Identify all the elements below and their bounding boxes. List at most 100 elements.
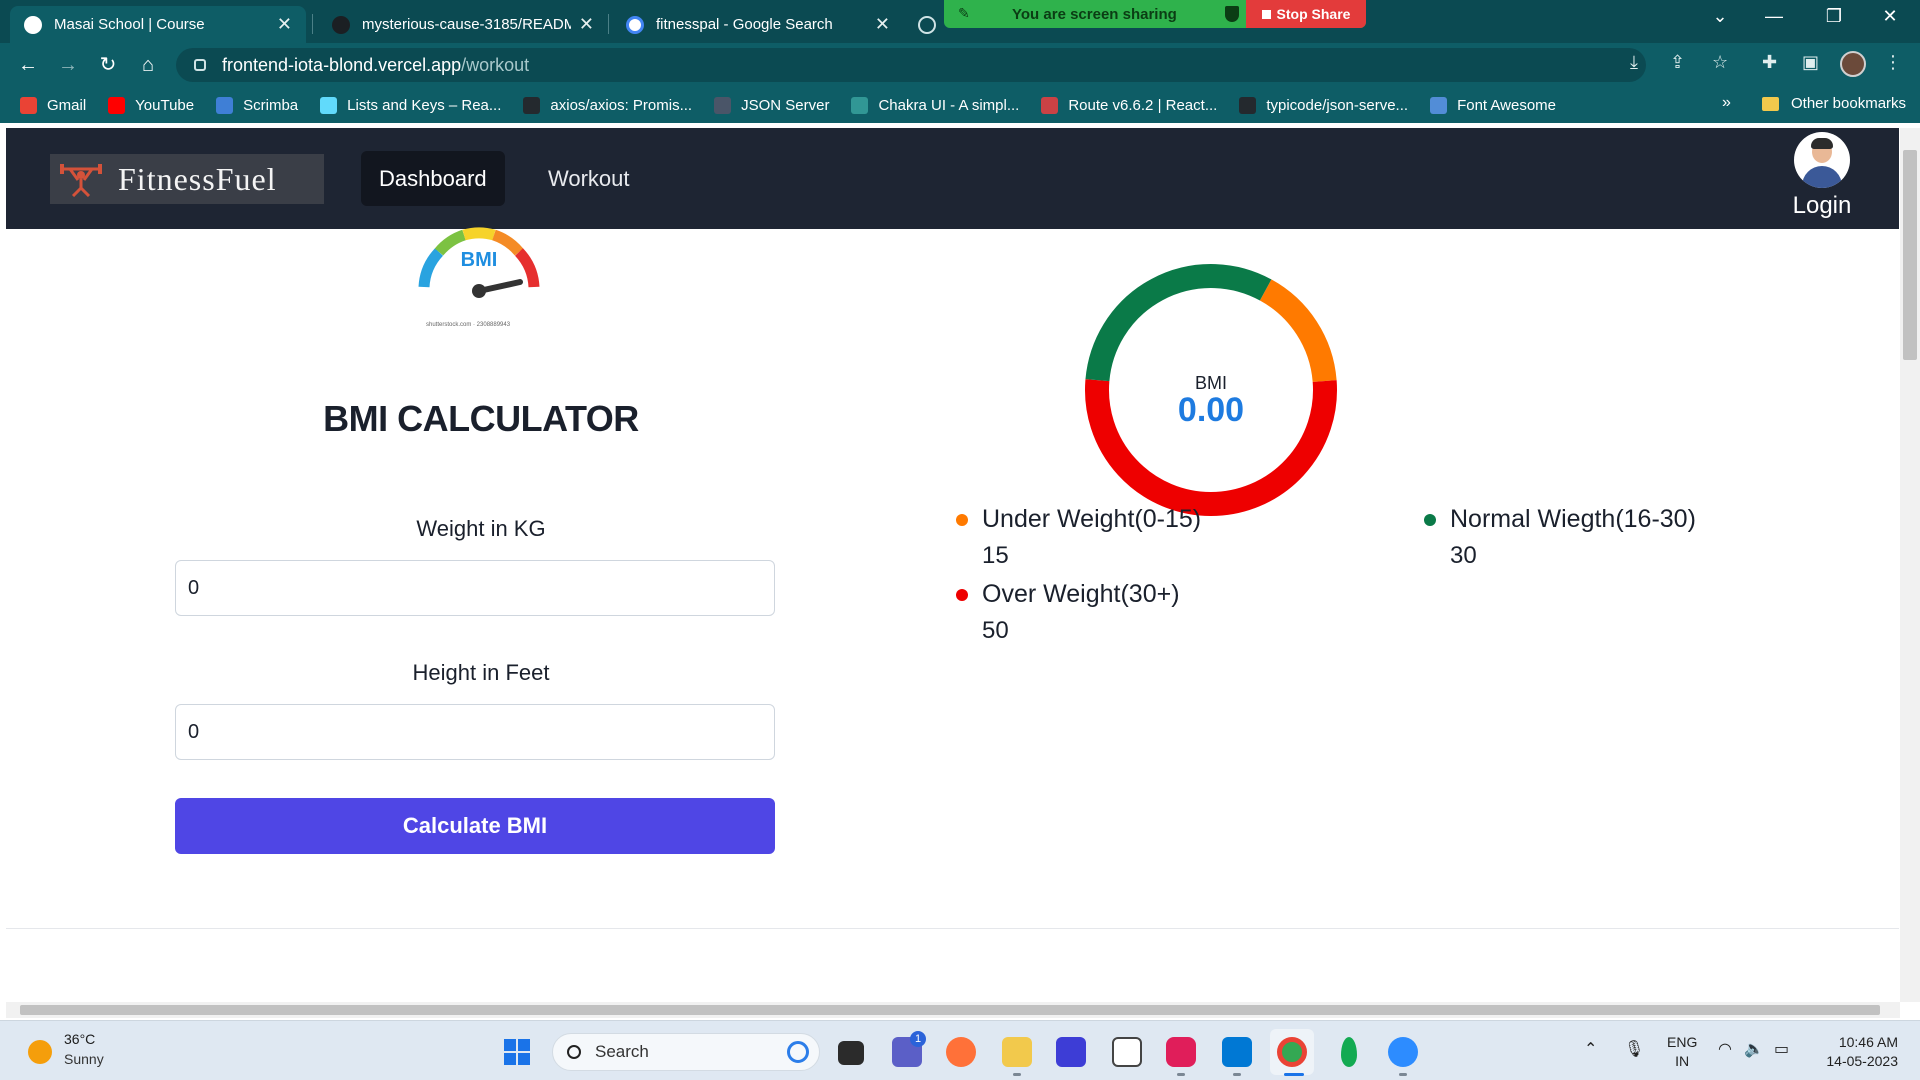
tab-google-search[interactable]: fitnesspal - Google Search ✕ <box>612 6 904 43</box>
windows-start-icon[interactable] <box>504 1039 530 1065</box>
bookmark-react-router[interactable]: Route v6.6.2 | React... <box>1041 96 1218 114</box>
login-label: Login <box>1792 192 1852 219</box>
feedback-icon[interactable] <box>1112 1037 1142 1067</box>
donut-slice-under-weight[interactable] <box>1259 279 1337 383</box>
bookmark-chakra[interactable]: Chakra UI - A simpl... <box>851 96 1020 114</box>
tab-react[interactable] <box>912 6 942 43</box>
search-icon <box>567 1045 581 1059</box>
stop-share-button[interactable]: Stop Share <box>1246 0 1366 28</box>
more-bookmarks-icon[interactable]: » <box>1722 94 1731 112</box>
stop-icon <box>1261 9 1271 19</box>
menu-icon[interactable]: ⋮ <box>1884 52 1902 73</box>
restore-icon[interactable]: ❐ <box>1814 6 1854 27</box>
nav-dashboard[interactable]: Dashboard <box>361 151 505 206</box>
scrimba-icon <box>216 96 234 114</box>
weightlifter-icon <box>60 164 102 197</box>
donut-slice-normal-wiegth[interactable] <box>1085 264 1272 382</box>
close-tab-icon[interactable]: ✕ <box>571 14 594 35</box>
address-bar[interactable]: frontend-iota-blond.vercel.app/workout <box>176 48 1646 82</box>
reload-icon[interactable]: ↻ <box>94 51 122 79</box>
donut-center-value: 0.00 <box>1177 391 1245 429</box>
app-running-indicator <box>1399 1073 1407 1076</box>
task-view-icon[interactable] <box>838 1041 864 1065</box>
tab-masai-school[interactable]: Masai School | Course ✕ <box>10 6 306 43</box>
microphone-icon[interactable]: 🎙 <box>1624 1039 1644 1059</box>
height-input[interactable] <box>175 704 775 760</box>
share-icon[interactable]: ⇪ <box>1670 52 1685 73</box>
forward-icon[interactable]: → <box>54 51 82 79</box>
sun-icon[interactable] <box>28 1040 52 1064</box>
tab-github-readme[interactable]: mysterious-cause-3185/READMI ✕ <box>318 6 608 43</box>
calculate-bmi-button[interactable]: Calculate BMI <box>175 798 775 854</box>
firefox-icon[interactable] <box>946 1037 976 1067</box>
bookmarks-bar: Gmail YouTube Scrimba Lists and Keys – R… <box>0 87 1920 123</box>
extensions-icon[interactable]: ✚ <box>1762 52 1777 73</box>
teams-badge: 1 <box>910 1031 926 1047</box>
calculator-title: BMI CALCULATOR <box>323 398 639 439</box>
url-text[interactable]: frontend-iota-blond.vercel.app/workout <box>222 55 529 76</box>
react-router-icon <box>1041 96 1059 114</box>
bookmark-react-docs[interactable]: Lists and Keys – Rea... <box>320 96 501 114</box>
stop-share-label: Stop Share <box>1276 6 1351 22</box>
chrome-icon[interactable] <box>1277 1037 1307 1067</box>
minimize-icon[interactable]: — <box>1754 6 1794 27</box>
youtube-icon <box>108 96 126 114</box>
battery-icon[interactable]: ▭ <box>1774 1039 1789 1059</box>
github-icon <box>332 15 350 34</box>
home-icon[interactable]: ⌂ <box>134 51 162 79</box>
bookmark-youtube[interactable]: YouTube <box>108 96 194 114</box>
slack-icon[interactable] <box>1166 1037 1196 1067</box>
user-avatar-icon <box>1794 132 1850 188</box>
clock[interactable]: 10:46 AM 14-05-2023 <box>1808 1033 1898 1071</box>
close-window-icon[interactable]: ✕ <box>1870 6 1910 27</box>
volume-icon[interactable]: 🔈 <box>1744 1039 1764 1059</box>
side-panel-icon[interactable]: ▣ <box>1802 52 1819 73</box>
nav-workout[interactable]: Workout <box>530 151 648 206</box>
wifi-icon[interactable]: ◠ <box>1718 1039 1732 1059</box>
page-divider <box>6 928 1899 929</box>
brand-logo[interactable]: FitnessFuel <box>50 154 324 204</box>
bookmark-json-server[interactable]: JSON Server <box>714 96 829 114</box>
windows-taskbar: 36°C Sunny Search 1 ⌃ 🎙 ENG IN ◠ 🔈 ▭ 10:… <box>0 1020 1920 1080</box>
bookmark-json-server-repo[interactable]: typicode/json-serve... <box>1239 96 1408 114</box>
tab-search-icon[interactable]: ⌄ <box>1700 6 1740 27</box>
language-indicator[interactable]: ENG IN <box>1667 1033 1697 1071</box>
app-active-indicator <box>1284 1073 1304 1076</box>
url-path: /workout <box>461 54 530 75</box>
bookmark-label: Gmail <box>47 96 87 114</box>
app-running-indicator <box>1013 1073 1021 1076</box>
mathway-icon[interactable] <box>1056 1037 1086 1067</box>
close-tab-icon[interactable]: ✕ <box>867 14 890 35</box>
bookmark-label: Chakra UI - A simpl... <box>878 96 1020 114</box>
other-bookmarks[interactable]: Other bookmarks <box>1762 95 1906 112</box>
bookmark-gmail[interactable]: Gmail <box>20 96 87 114</box>
profile-avatar[interactable] <box>1840 51 1866 77</box>
weather-condition[interactable]: Sunny <box>64 1051 104 1067</box>
install-icon[interactable]: ⤓ <box>1630 52 1638 73</box>
legend-dot-red <box>956 589 968 601</box>
horizontal-scroll-thumb[interactable] <box>20 1005 1880 1015</box>
bookmark-scrimba[interactable]: Scrimba <box>216 96 298 114</box>
app-navbar: FitnessFuel Dashboard Workout Login <box>6 128 1899 229</box>
login-button[interactable]: Login <box>1786 132 1858 220</box>
mongodb-icon[interactable] <box>1341 1037 1357 1067</box>
vertical-scroll-thumb[interactable] <box>1903 150 1917 360</box>
back-icon[interactable]: ← <box>14 51 42 79</box>
bookmark-axios[interactable]: axios/axios: Promis... <box>523 96 692 114</box>
chevron-up-icon[interactable]: ⌃ <box>1584 1039 1597 1059</box>
bookmark-label: Route v6.6.2 | React... <box>1068 96 1218 114</box>
weight-input[interactable] <box>175 560 775 616</box>
bmi-gauge-illustration: BMI <box>418 227 540 298</box>
close-tab-icon[interactable]: ✕ <box>269 14 292 35</box>
vscode-icon[interactable] <box>1222 1037 1252 1067</box>
flag-icon <box>1430 96 1448 114</box>
zoom-icon[interactable] <box>1388 1037 1418 1067</box>
react-icon <box>918 15 936 34</box>
weather-temperature[interactable]: 36°C <box>64 1031 95 1047</box>
file-explorer-icon[interactable] <box>1002 1037 1032 1067</box>
app-running-indicator <box>1177 1073 1185 1076</box>
bookmark-font-awesome[interactable]: Font Awesome <box>1430 96 1556 114</box>
tab-title: Masai School | Course <box>54 16 205 33</box>
taskbar-search[interactable]: Search <box>552 1033 820 1071</box>
bookmark-star-icon[interactable]: ☆ <box>1712 52 1728 73</box>
